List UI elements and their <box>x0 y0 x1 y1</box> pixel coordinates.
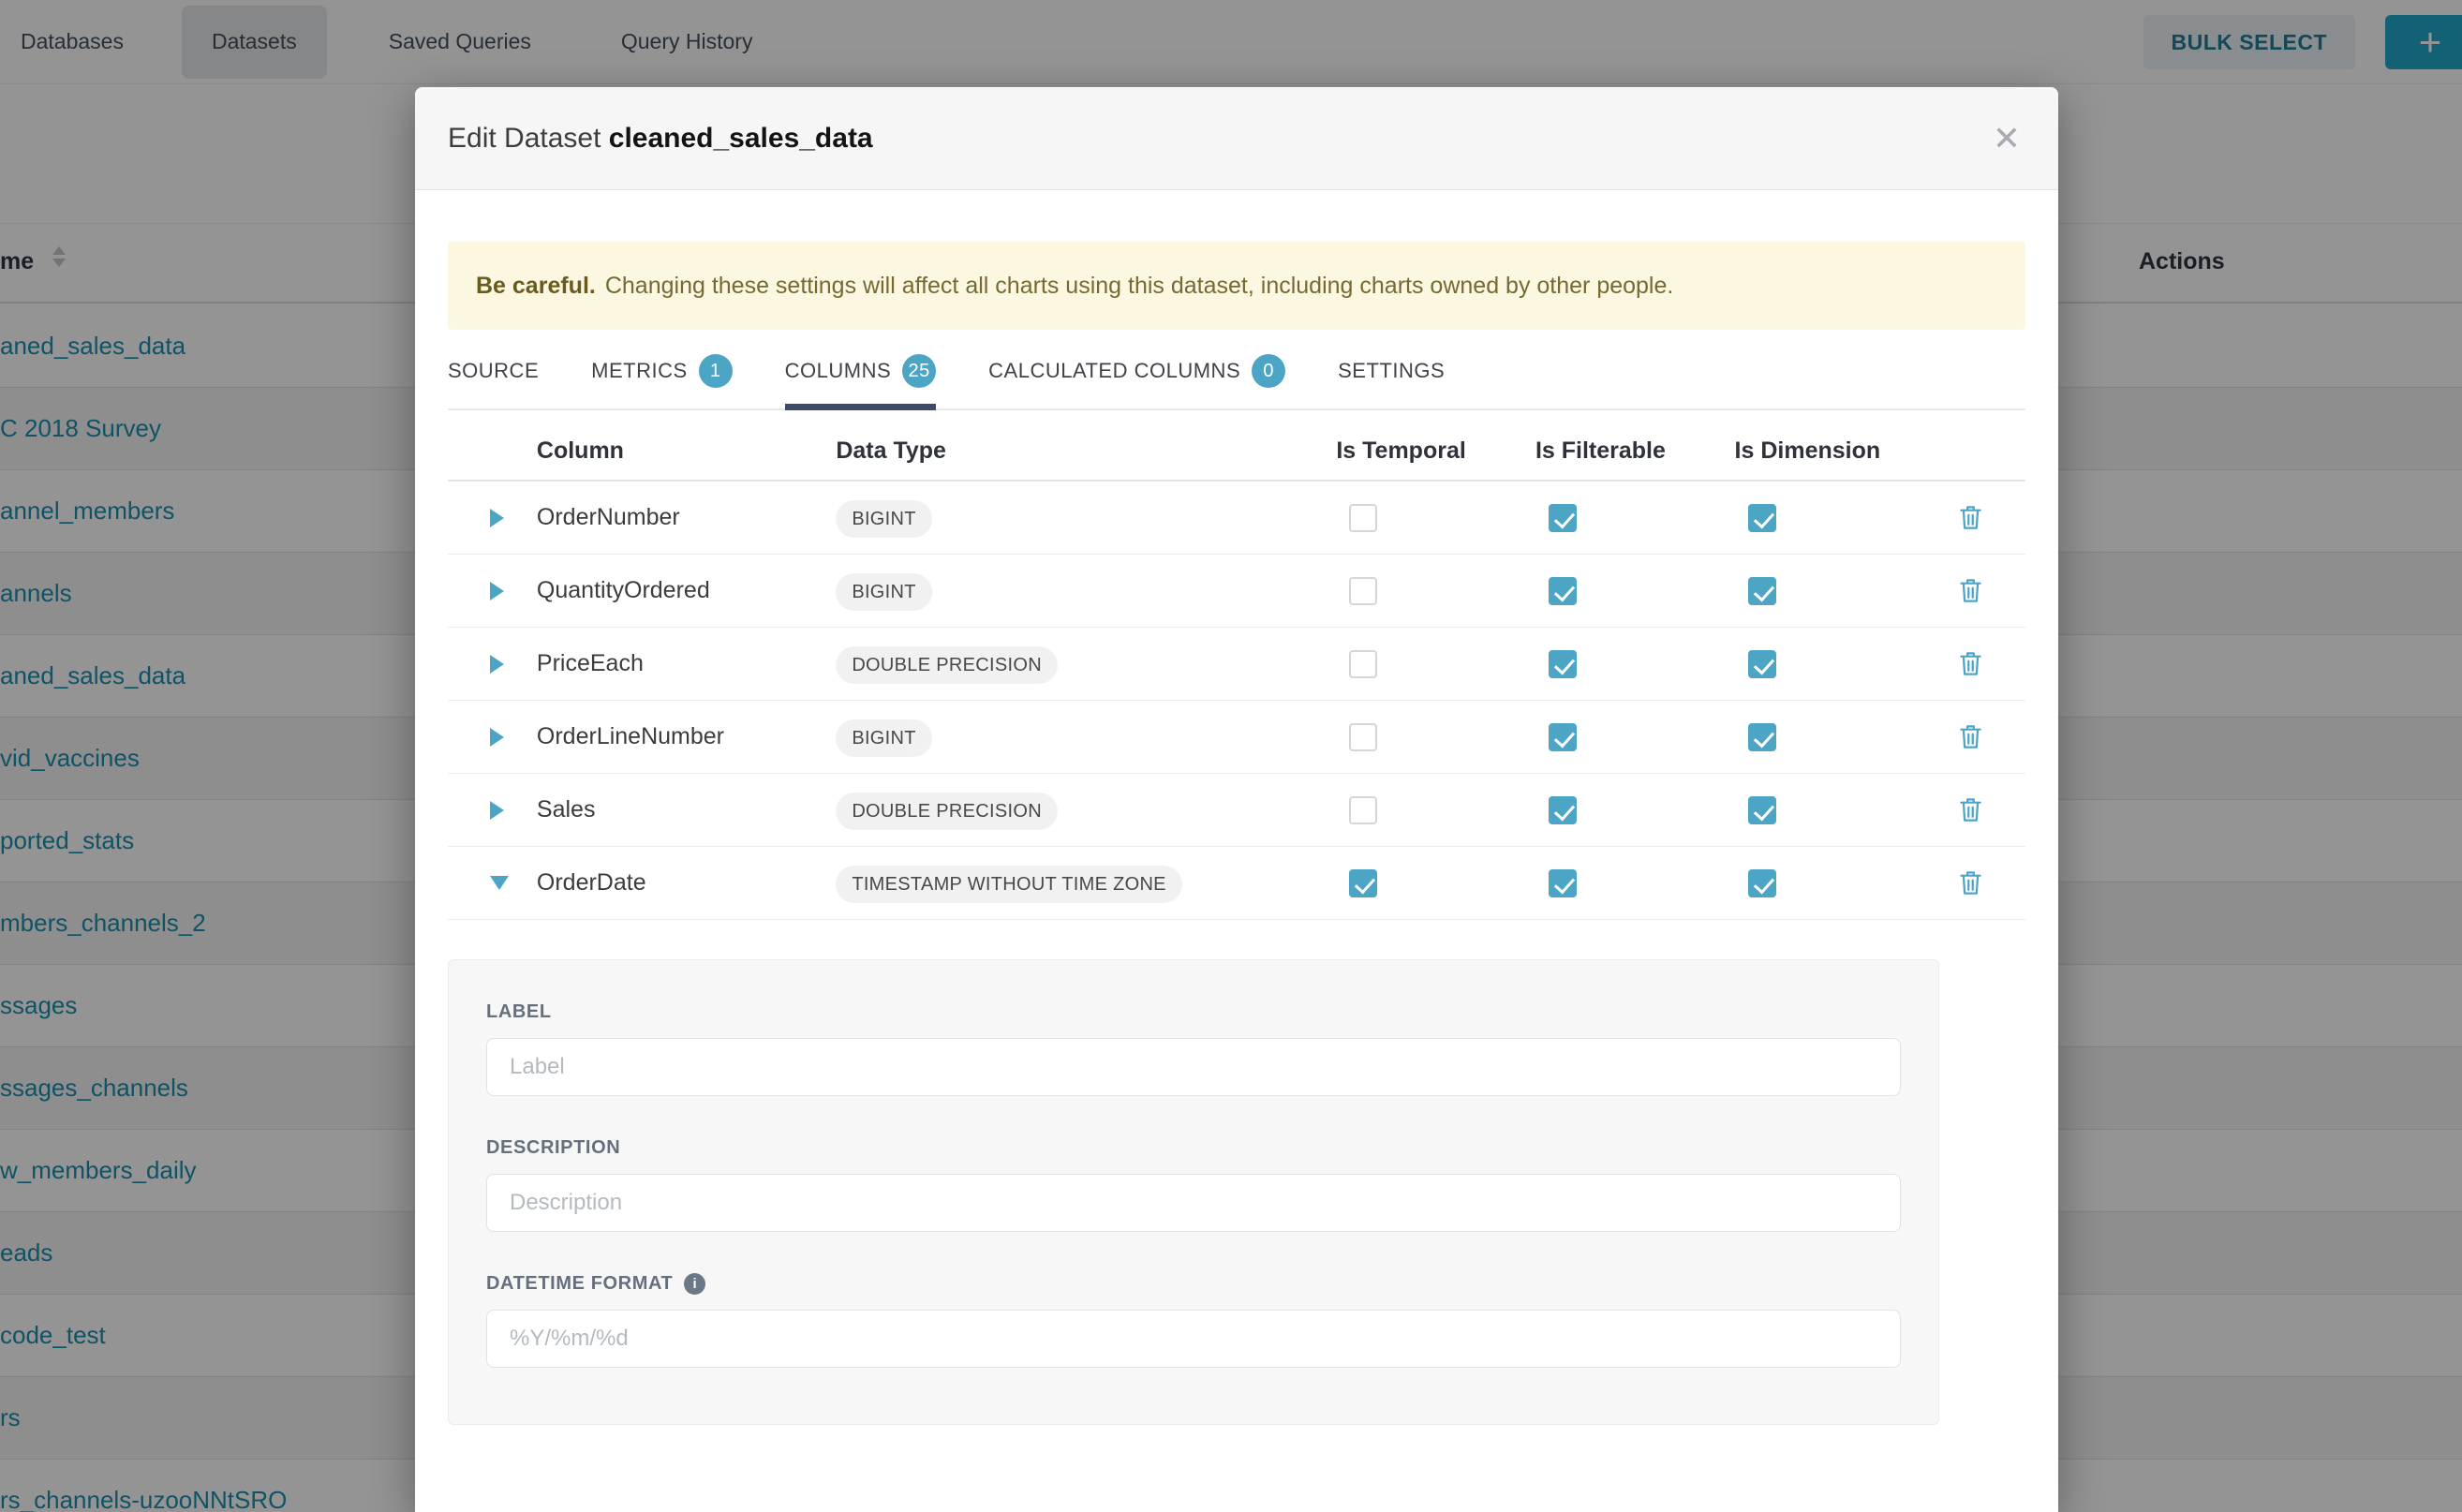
description-field-heading: DESCRIPTION <box>486 1137 1901 1159</box>
is-temporal-checkbox[interactable] <box>1349 577 1377 605</box>
trash-icon[interactable] <box>1958 504 1983 531</box>
is-filterable-checkbox[interactable] <box>1549 723 1577 751</box>
trash-icon[interactable] <box>1958 577 1983 604</box>
column-row: QuantityOrdered BIGINT <box>448 555 2025 628</box>
warning-banner: Be careful. Changing these settings will… <box>448 242 2025 330</box>
data-type-header: Data Type <box>836 437 1336 465</box>
is-temporal-checkbox[interactable] <box>1349 796 1377 824</box>
data-type-pill: BIGINT <box>836 500 931 538</box>
is-temporal-checkbox[interactable] <box>1349 869 1377 897</box>
column-name: QuantityOrdered <box>537 577 836 604</box>
label-input[interactable] <box>486 1038 1901 1096</box>
tab[interactable]: CALCULATED COLUMNS 0 <box>988 354 1285 408</box>
modal-title: Edit Dataset cleaned_sales_data <box>448 123 873 155</box>
warning-banner-bold: Be careful. <box>476 273 596 300</box>
expand-caret-icon[interactable] <box>490 801 504 820</box>
modal-tabs: SOURCE METRICS 1 COLUMNS 25 CALCULATED C… <box>448 354 2025 410</box>
tab-count-badge: 1 <box>699 354 733 388</box>
is-temporal-header: Is Temporal <box>1336 437 1535 465</box>
is-dimension-checkbox[interactable] <box>1748 650 1776 678</box>
tab-count-badge: 0 <box>1252 354 1285 388</box>
is-dimension-checkbox[interactable] <box>1748 723 1776 751</box>
tab-label: COLUMNS <box>785 359 892 383</box>
datetime-format-heading: DATETIME FORMAT <box>486 1273 1901 1295</box>
column-name: OrderDate <box>537 869 836 897</box>
datetime-format-input[interactable] <box>486 1310 1901 1368</box>
trash-icon[interactable] <box>1958 796 1983 823</box>
info-icon[interactable] <box>684 1273 705 1295</box>
expand-caret-icon[interactable] <box>490 655 504 674</box>
columns-table-body: OrderNumber BIGINT Q <box>448 482 2025 920</box>
is-filterable-checkbox[interactable] <box>1549 504 1577 532</box>
column-name: Sales <box>537 796 836 823</box>
column-row: OrderNumber BIGINT <box>448 482 2025 555</box>
data-type-pill: TIMESTAMP WITHOUT TIME ZONE <box>836 866 1182 903</box>
label-field-heading: LABEL <box>486 1001 1901 1023</box>
close-icon[interactable]: ✕ <box>1993 122 2021 156</box>
tab[interactable]: SOURCE <box>448 354 539 408</box>
tab-count-badge: 25 <box>902 354 936 388</box>
column-row: Sales DOUBLE PRECISION <box>448 774 2025 847</box>
is-dimension-checkbox[interactable] <box>1748 869 1776 897</box>
columns-table: Column Data Type Is Temporal Is Filterab… <box>448 422 2025 920</box>
trash-icon[interactable] <box>1958 650 1983 677</box>
tab-label: SOURCE <box>448 359 539 383</box>
modal-body: Be careful. Changing these settings will… <box>415 242 2058 1425</box>
is-dimension-checkbox[interactable] <box>1748 796 1776 824</box>
modal-header: Edit Dataset cleaned_sales_data ✕ <box>415 87 2058 190</box>
data-type-pill: DOUBLE PRECISION <box>836 646 1058 684</box>
is-filterable-checkbox[interactable] <box>1549 796 1577 824</box>
is-filterable-checkbox[interactable] <box>1549 650 1577 678</box>
is-filterable-header: Is Filterable <box>1535 437 1735 465</box>
data-type-pill: BIGINT <box>836 719 931 757</box>
column-row: PriceEach DOUBLE PRECISION <box>448 628 2025 701</box>
data-type-pill: DOUBLE PRECISION <box>836 793 1058 830</box>
description-heading-text: DESCRIPTION <box>486 1137 620 1159</box>
tab[interactable]: COLUMNS 25 <box>785 354 937 408</box>
tab-label: SETTINGS <box>1338 359 1445 383</box>
tab[interactable]: METRICS 1 <box>591 354 733 408</box>
is-dimension-checkbox[interactable] <box>1748 577 1776 605</box>
is-filterable-checkbox[interactable] <box>1549 869 1577 897</box>
column-header: Column <box>537 437 836 465</box>
column-row: OrderLineNumber BIGINT <box>448 701 2025 774</box>
column-row: OrderDate TIMESTAMP WITHOUT TIME ZONE <box>448 847 2025 920</box>
modal-title-dataset-name: cleaned_sales_data <box>609 123 873 154</box>
trash-icon[interactable] <box>1958 723 1983 750</box>
column-name: OrderNumber <box>537 504 836 531</box>
expand-caret-icon[interactable] <box>490 582 504 600</box>
trash-icon[interactable] <box>1958 869 1983 897</box>
warning-banner-text: Changing these settings will affect all … <box>605 273 1674 300</box>
tab-label: METRICS <box>591 359 688 383</box>
tab-label: CALCULATED COLUMNS <box>988 359 1240 383</box>
data-type-pill: BIGINT <box>836 573 931 611</box>
label-heading-text: LABEL <box>486 1001 552 1023</box>
is-filterable-checkbox[interactable] <box>1549 577 1577 605</box>
modal-title-prefix: Edit Dataset <box>448 123 601 154</box>
is-temporal-checkbox[interactable] <box>1349 504 1377 532</box>
column-name: PriceEach <box>537 650 836 677</box>
edit-dataset-modal: Edit Dataset cleaned_sales_data ✕ Be car… <box>415 87 2058 1512</box>
datetime-heading-text: DATETIME FORMAT <box>486 1273 673 1295</box>
columns-table-header: Column Data Type Is Temporal Is Filterab… <box>448 422 2025 482</box>
expand-caret-icon[interactable] <box>490 728 504 747</box>
is-temporal-checkbox[interactable] <box>1349 650 1377 678</box>
description-input[interactable] <box>486 1174 1901 1232</box>
is-dimension-checkbox[interactable] <box>1748 504 1776 532</box>
expand-caret-icon[interactable] <box>490 876 509 890</box>
is-temporal-checkbox[interactable] <box>1349 723 1377 751</box>
is-dimension-header: Is Dimension <box>1735 437 1935 465</box>
column-detail-panel: LABEL DESCRIPTION DATETIME FORMAT <box>448 959 1939 1425</box>
expand-caret-icon[interactable] <box>490 509 504 527</box>
tab[interactable]: SETTINGS <box>1338 354 1445 408</box>
column-name: OrderLineNumber <box>537 723 836 750</box>
